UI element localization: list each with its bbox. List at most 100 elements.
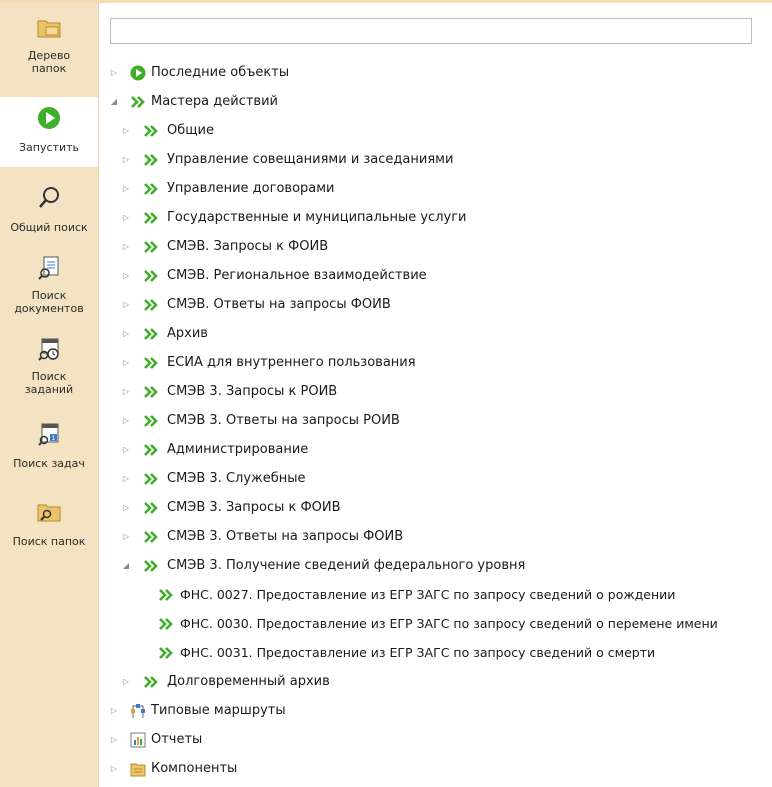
double-chevron-icon [143,297,159,313]
tree-item-label: Долговременный архив [167,674,330,689]
tree-item-label: Отчеты [151,732,203,747]
tree-item[interactable]: ▷ Управление договорами [0,177,772,201]
tree-item[interactable]: ▷ Долговременный архив [0,670,772,694]
expand-arrow-right-icon[interactable]: ▷ [120,177,132,201]
expand-arrow-right-icon[interactable]: ▷ [120,148,132,172]
double-chevron-icon [130,94,146,110]
tree-item[interactable]: ▷ СМЭВ 3. Ответы на запросы РОИВ [0,409,772,433]
tree-item-label: СМЭВ 3. Служебные [167,471,306,486]
double-chevron-icon [143,152,159,168]
tree-item-label: Государственные и муниципальные услуги [167,210,467,225]
green-play-icon [130,65,146,81]
double-chevron-icon [143,413,159,429]
expand-arrow-right-icon[interactable]: ▷ [108,728,120,752]
tree-item-label: Управление совещаниями и заседаниями [167,152,454,167]
tree-item-label: СМЭВ 3. Запросы к ФОИВ [167,500,341,515]
expand-arrow-right-icon[interactable]: ▷ [120,670,132,694]
expand-arrow-right-icon[interactable]: ▷ [120,438,132,462]
tree-item-label: СМЭВ 3. Ответы на запросы ФОИВ [167,529,404,544]
expand-arrow-right-icon[interactable]: ▷ [120,235,132,259]
tree-item-label: Общие [167,123,214,138]
double-chevron-icon [143,210,159,226]
tree-item-label: ФНС. 0031. Предоставление из ЕГР ЗАГС по… [180,645,656,660]
tree-item-label: Компоненты [151,761,238,776]
tree-item-label: Администрирование [167,442,309,457]
tree-item[interactable]: ▷ Архив [0,322,772,346]
tree-item-label: СМЭВ. Региональное взаимодействие [167,268,427,283]
double-chevron-icon [158,587,174,603]
expand-arrow-right-icon[interactable]: ▷ [120,264,132,288]
double-chevron-icon [143,239,159,255]
double-chevron-icon [143,529,159,545]
expand-arrow-right-icon[interactable]: ▷ [120,467,132,491]
expand-arrow-right-icon[interactable]: ▷ [120,496,132,520]
tree-item[interactable]: ▷ СМЭВ. Запросы к ФОИВ [0,235,772,259]
tree-item[interactable]: ▷ ЕСИА для внутреннего пользования [0,351,772,375]
tree-item[interactable]: ▷ СМЭВ. Региональное взаимодействие [0,264,772,288]
expand-arrow-right-icon[interactable]: ▷ [120,409,132,433]
tree-item-label: СМЭВ 3. Получение сведений федерального … [167,558,526,573]
tree-item[interactable]: ▷ СМЭВ 3. Запросы к ФОИВ [0,496,772,520]
tree-search-input[interactable] [110,18,752,44]
tree-item[interactable]: ▷ Компоненты [0,757,772,781]
report-icon [130,732,146,748]
expand-arrow-right-icon[interactable]: ▷ [108,61,120,85]
double-chevron-icon [143,674,159,690]
double-chevron-icon [143,355,159,371]
tree-item[interactable]: ▷ СМЭВ 3. Запросы к РОИВ [0,380,772,404]
double-chevron-icon [143,123,159,139]
double-chevron-icon [143,442,159,458]
tree-item-label: СМЭВ 3. Ответы на запросы РОИВ [167,413,400,428]
expand-arrow-right-icon[interactable]: ▷ [120,380,132,404]
tree-item[interactable]: ▷ Государственные и муниципальные услуги [0,206,772,230]
tree-item[interactable]: ▷ Управление совещаниями и заседаниями [0,148,772,172]
tree-item[interactable]: ФНС. 0030. Предоставление из ЕГР ЗАГС по… [0,612,772,636]
tree-item-label: СМЭВ 3. Запросы к РОИВ [167,384,338,399]
double-chevron-icon [143,558,159,574]
tree-item[interactable]: ФНС. 0027. Предоставление из ЕГР ЗАГС по… [0,583,772,607]
tree-item[interactable]: ▷ СМЭВ 3. Ответы на запросы ФОИВ [0,525,772,549]
expand-arrow-down-icon[interactable]: ◢ [120,554,132,578]
expand-arrow-right-icon[interactable]: ▷ [120,293,132,317]
tree-item[interactable]: ▷ Отчеты [0,728,772,752]
top-strip [0,0,772,3]
tree-item[interactable]: ФНС. 0031. Предоставление из ЕГР ЗАГС по… [0,641,772,665]
double-chevron-icon [143,326,159,342]
tree-item[interactable]: ◢ Мастера действий [0,90,772,114]
tree-item-label: СМЭВ. Ответы на запросы ФОИВ [167,297,391,312]
expand-arrow-right-icon[interactable]: ▷ [108,757,120,781]
expand-arrow-right-icon[interactable]: ▷ [120,351,132,375]
tree-item[interactable]: ▷ Общие [0,119,772,143]
expand-arrow-right-icon[interactable]: ▷ [120,525,132,549]
double-chevron-icon [143,500,159,516]
folder-tree-icon [36,15,62,41]
tree-item-label: ФНС. 0027. Предоставление из ЕГР ЗАГС по… [180,587,676,602]
expand-arrow-right-icon[interactable]: ▷ [108,699,120,723]
expand-arrow-right-icon[interactable]: ▷ [120,322,132,346]
expand-arrow-right-icon[interactable]: ▷ [120,119,132,143]
tree-item[interactable]: ▷ Последние объекты [0,61,772,85]
double-chevron-icon [143,384,159,400]
components-icon [130,761,146,777]
double-chevron-icon [143,181,159,197]
tree-item-label: Мастера действий [151,94,278,109]
tree-item[interactable]: ▷ Типовые маршруты [0,699,772,723]
tree-item[interactable]: ▷ СМЭВ 3. Служебные [0,467,772,491]
double-chevron-icon [143,471,159,487]
tree-item-label: СМЭВ. Запросы к ФОИВ [167,239,329,254]
double-chevron-icon [158,645,174,661]
tree-item-label: Архив [167,326,208,341]
tree-item-label: ЕСИА для внутреннего пользования [167,355,416,370]
tree-item[interactable]: ▷ Администрирование [0,438,772,462]
route-icon [130,703,146,719]
tree-item-label: Последние объекты [151,65,290,80]
tree-item-label: ФНС. 0030. Предоставление из ЕГР ЗАГС по… [180,616,718,631]
tree-item[interactable]: ▷ СМЭВ. Ответы на запросы ФОИВ [0,293,772,317]
tree-item-label: Типовые маршруты [151,703,286,718]
double-chevron-icon [143,268,159,284]
expand-arrow-right-icon[interactable]: ▷ [120,206,132,230]
expand-arrow-down-icon[interactable]: ◢ [108,90,120,114]
tree-item-label: Управление договорами [167,181,335,196]
tree-item[interactable]: ◢ СМЭВ 3. Получение сведений федерального… [0,554,772,578]
double-chevron-icon [158,616,174,632]
